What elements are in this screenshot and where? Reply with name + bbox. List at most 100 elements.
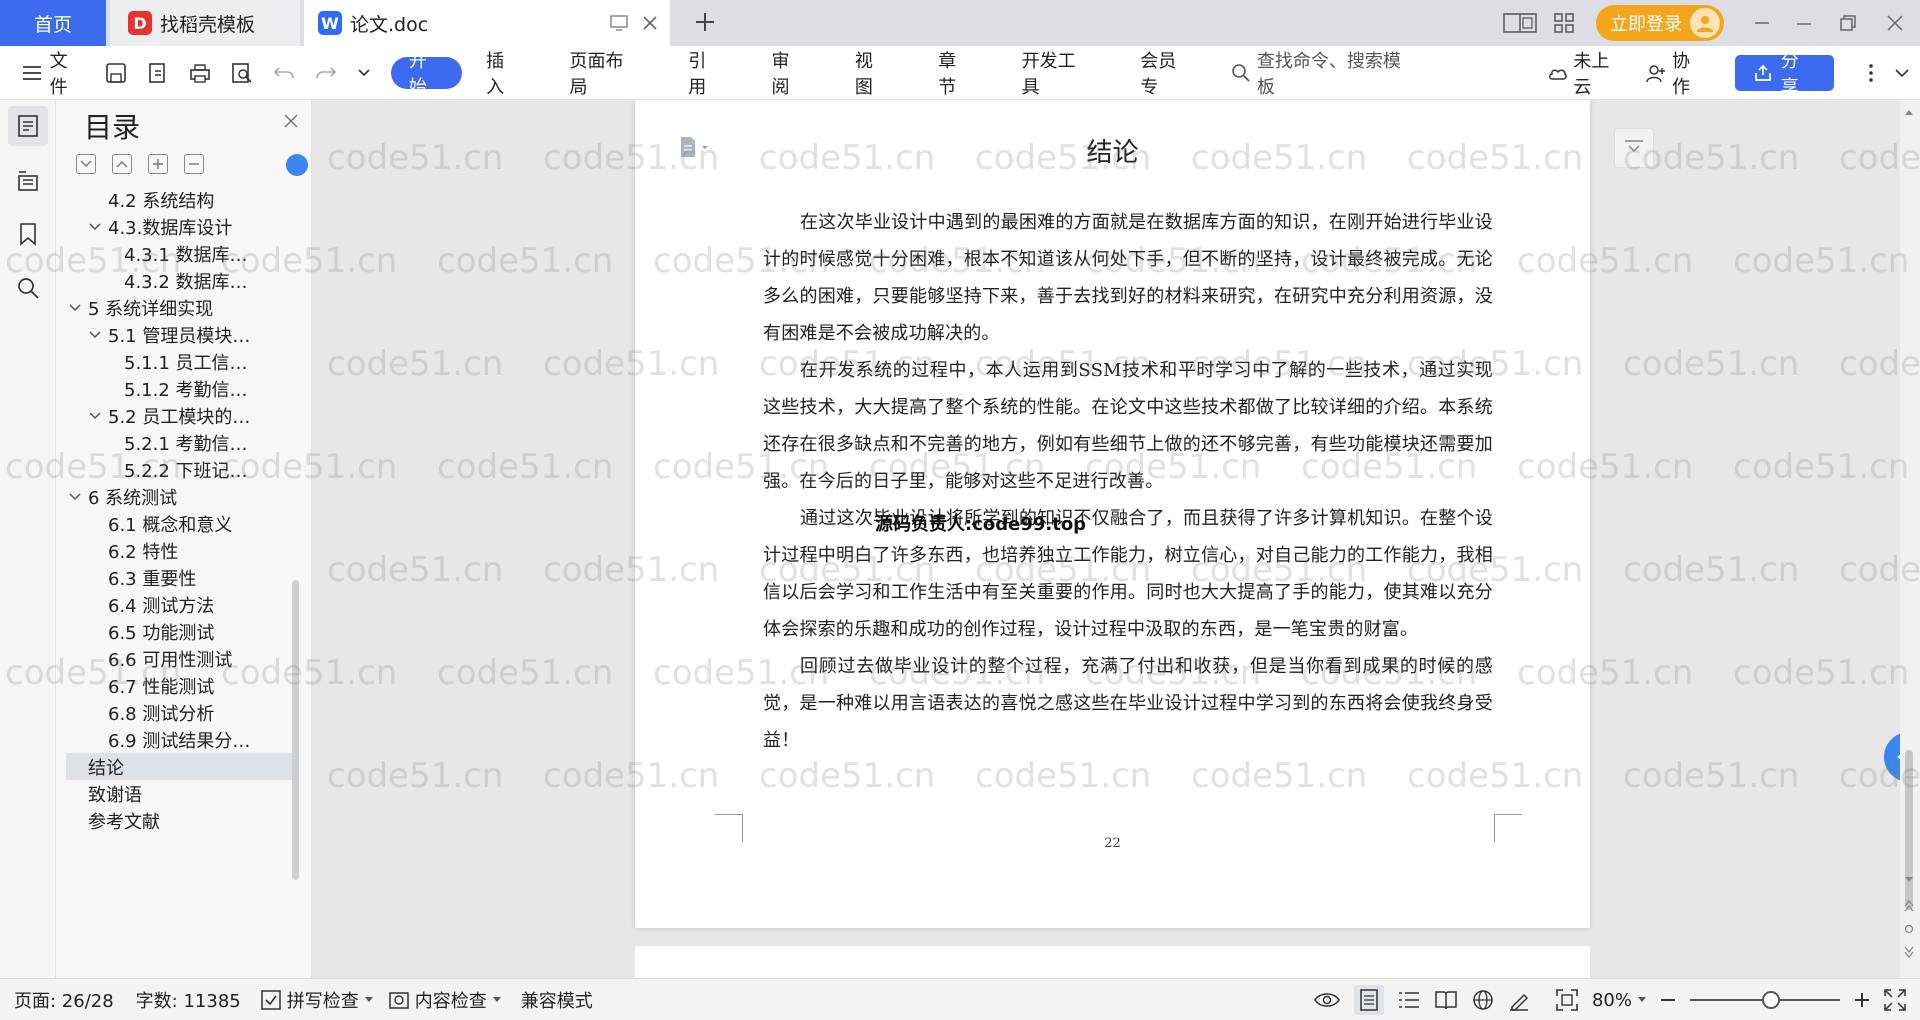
- page-body[interactable]: 在这次毕业设计中遇到的最困难的方面就是在数据库方面的知识，在刚开始进行毕业设计的…: [763, 204, 1493, 759]
- word-count[interactable]: 字数: 11385: [136, 987, 241, 1013]
- export-icon[interactable]: [137, 55, 179, 91]
- collapse-ribbon-icon[interactable]: [1884, 55, 1920, 91]
- scroll-up-icon[interactable]: [1904, 108, 1914, 116]
- paragraph[interactable]: 在这次毕业设计中遇到的最困难的方面就是在数据库方面的知识，在刚开始进行毕业设计的…: [763, 204, 1493, 352]
- tab-review[interactable]: 审阅: [762, 51, 817, 98]
- file-menu[interactable]: 文件: [12, 51, 95, 98]
- close-window-icon[interactable]: [1870, 14, 1920, 32]
- fullscreen-icon[interactable]: [1884, 989, 1906, 1011]
- spell-check-button[interactable]: 拼写检查: [260, 987, 373, 1013]
- command-search[interactable]: 查找命令、搜索模板: [1231, 47, 1416, 99]
- next-page[interactable]: [635, 946, 1590, 978]
- tab-page-layout[interactable]: 页面布局: [560, 51, 651, 98]
- toc-item[interactable]: 6.6 可用性测试: [66, 645, 292, 672]
- tab-home[interactable]: 首页: [0, 0, 106, 46]
- scroll-down-icon[interactable]: [1904, 876, 1914, 884]
- minimize-icon[interactable]: [1782, 14, 1826, 32]
- redo-icon[interactable]: [305, 55, 347, 91]
- zoom-slider-handle[interactable]: [1762, 991, 1780, 1009]
- outline-view-icon[interactable]: [1398, 991, 1420, 1009]
- close-tab-icon[interactable]: [642, 15, 658, 31]
- bookmark-icon[interactable]: [8, 214, 48, 254]
- toc-item[interactable]: 5.2.1 考勤信…: [66, 429, 292, 456]
- web-view-icon[interactable]: [1472, 989, 1494, 1011]
- vertical-scrollbar[interactable]: [1900, 100, 1920, 978]
- expand-icon[interactable]: [76, 154, 96, 174]
- more-options-icon[interactable]: [1858, 55, 1884, 91]
- toc-item[interactable]: 6.9 测试结果分…: [66, 726, 292, 753]
- monitor-icon[interactable]: [610, 15, 628, 31]
- cloud-status[interactable]: 未上云: [1536, 51, 1637, 98]
- tab-member[interactable]: 会员专: [1130, 51, 1203, 98]
- print-preview-icon[interactable]: [221, 55, 263, 91]
- toc-item[interactable]: 5.1.2 考勤信…: [66, 375, 292, 402]
- scroll-thumb[interactable]: [1905, 750, 1913, 910]
- toc-item[interactable]: 致谢语: [66, 780, 292, 807]
- collapse-icon[interactable]: [112, 154, 132, 174]
- chevron-down-icon[interactable]: [86, 222, 104, 231]
- layout-icon[interactable]: [1498, 13, 1542, 33]
- tab-insert[interactable]: 插入: [476, 51, 531, 98]
- find-icon[interactable]: [8, 268, 48, 308]
- new-tab-icon[interactable]: [694, 11, 716, 33]
- toc-item[interactable]: 6.3 重要性: [66, 564, 292, 591]
- tab-references[interactable]: 引用: [678, 51, 733, 98]
- toc-item[interactable]: 6.2 特性: [66, 537, 292, 564]
- page-heading[interactable]: 结论: [635, 132, 1590, 169]
- toc-item[interactable]: 6 系统测试: [66, 483, 292, 510]
- tab-chapter[interactable]: 章节: [928, 51, 983, 98]
- ai-assistant-icon[interactable]: [286, 154, 308, 176]
- toc-item[interactable]: 4.3.数据库设计: [66, 213, 292, 240]
- tab-document[interactable]: W 论文.doc: [304, 0, 670, 46]
- undo-icon[interactable]: [263, 55, 305, 91]
- content-check-button[interactable]: 内容检查: [388, 987, 501, 1013]
- paragraph[interactable]: 通过这次毕业设计将所学到的知识不仅融合了，而且获得了许多计算机知识。在整个设计过…: [763, 500, 1493, 648]
- page-view-icon[interactable]: [1353, 985, 1384, 1015]
- side-panel-toggle[interactable]: [1884, 732, 1900, 782]
- toc-item[interactable]: 6.5 功能测试: [66, 618, 292, 645]
- toc-item[interactable]: 参考文献: [66, 807, 292, 834]
- more-dropdown-icon[interactable]: [347, 55, 381, 91]
- tab-template[interactable]: D 找稻壳模板: [110, 0, 300, 46]
- toc-item[interactable]: 6.1 概念和意义: [66, 510, 292, 537]
- toc-item[interactable]: 6.8 测试分析: [66, 699, 292, 726]
- nav-pane-icon[interactable]: [8, 160, 48, 200]
- print-icon[interactable]: [179, 55, 221, 91]
- restore-icon[interactable]: [1826, 14, 1870, 32]
- eye-protect-icon[interactable]: [1314, 991, 1340, 1009]
- reading-view-icon[interactable]: [1434, 990, 1458, 1010]
- paragraph[interactable]: 回顾过去做毕业设计的整个过程，充满了付出和收获，但是当你看到成果的时候的感觉，是…: [763, 648, 1493, 759]
- toc-item[interactable]: 6.4 测试方法: [66, 591, 292, 618]
- next-page-icon[interactable]: [1904, 946, 1914, 958]
- toc-item[interactable]: 5.1.1 员工信…: [66, 348, 292, 375]
- share-button[interactable]: 分享: [1735, 51, 1835, 98]
- toc-item[interactable]: 4.3.2 数据库…: [66, 267, 292, 294]
- prev-page-icon[interactable]: [1904, 900, 1914, 912]
- zoom-out-icon[interactable]: [1660, 992, 1676, 1008]
- zoom-in-icon[interactable]: [1854, 992, 1870, 1008]
- zoom-slider[interactable]: [1690, 991, 1840, 1009]
- remove-level-icon[interactable]: [184, 154, 204, 174]
- toc-item[interactable]: 5.2.2 下班记…: [66, 456, 292, 483]
- chevron-down-icon[interactable]: [86, 330, 104, 339]
- toc-item[interactable]: 5.1 管理员模块…: [66, 321, 292, 348]
- toc-panel-icon[interactable]: [8, 106, 48, 146]
- login-button[interactable]: 立即登录: [1596, 5, 1724, 41]
- collab-button[interactable]: 协作: [1636, 51, 1717, 98]
- toc-item[interactable]: 6.7 性能测试: [66, 672, 292, 699]
- write-mode-icon[interactable]: [1508, 989, 1530, 1011]
- toc-scrollbar[interactable]: [292, 580, 299, 880]
- chevron-down-icon[interactable]: [66, 492, 84, 501]
- save-icon[interactable]: [95, 55, 137, 91]
- paragraph[interactable]: 在开发系统的过程中，本人运用到SSM技术和平时学习中了解的一些技术，通过实现这些…: [763, 352, 1493, 500]
- add-level-icon[interactable]: [148, 154, 168, 174]
- tab-start[interactable]: 开始: [390, 51, 463, 98]
- document-page[interactable]: 结论 在这次毕业设计中遇到的最困难的方面就是在数据库方面的知识，在刚开始进行毕业…: [635, 100, 1590, 928]
- page-tool-button[interactable]: [1614, 128, 1654, 168]
- tab-view[interactable]: 视图: [845, 51, 900, 98]
- toc-item[interactable]: 结论: [66, 753, 292, 780]
- page-indicator[interactable]: 页面: 26/28: [14, 987, 114, 1013]
- fit-page-icon[interactable]: [1556, 989, 1578, 1011]
- toc-item[interactable]: 4.2 系统结构: [66, 192, 292, 213]
- toc-item[interactable]: 4.3.1 数据库…: [66, 240, 292, 267]
